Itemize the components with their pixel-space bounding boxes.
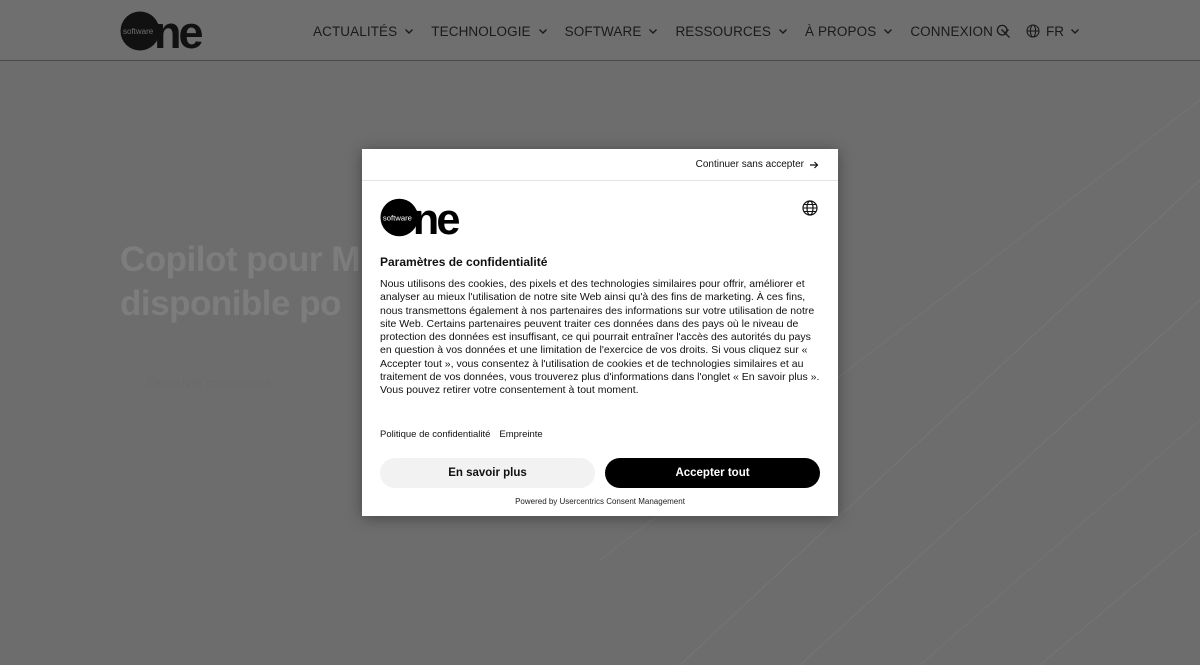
hero-title: Copilot pour M disponible po bbox=[120, 238, 400, 326]
chevron-down-icon bbox=[649, 29, 658, 34]
globe-icon[interactable] bbox=[802, 200, 818, 216]
language-selector[interactable]: FR bbox=[1026, 24, 1080, 39]
chevron-down-icon bbox=[884, 29, 893, 34]
nav-label: CONNEXION bbox=[910, 23, 993, 39]
logo-small-text: software bbox=[123, 27, 154, 36]
logo-small-text: software bbox=[383, 213, 412, 222]
continue-label: Continuer sans accepter bbox=[695, 159, 804, 170]
header-tools: FR bbox=[994, 20, 1080, 42]
chevron-down-icon bbox=[1071, 29, 1079, 34]
site-header: software ne ACTUALITÉS TECHNOLOGIE SOFTW… bbox=[0, 0, 1200, 61]
main-nav: ACTUALITÉS TECHNOLOGIE SOFTWARE RESSOURC… bbox=[313, 20, 1027, 42]
continue-without-accepting-link[interactable]: Continuer sans accepter bbox=[696, 159, 819, 170]
dialog-links: Politique de confidentialité Empreinte bbox=[380, 429, 552, 440]
nav-label: RESSOURCES bbox=[675, 23, 771, 39]
nav-software[interactable]: SOFTWARE bbox=[565, 24, 659, 39]
powered-by-text: Powered by Usercentrics Consent Manageme… bbox=[515, 497, 685, 506]
consent-dialog: Continuer sans accepter software ne Para… bbox=[362, 149, 838, 516]
nav-label: À PROPOS bbox=[804, 23, 877, 39]
privacy-policy-link[interactable]: Politique de confidentialité bbox=[380, 429, 490, 440]
dialog-topbar: Continuer sans accepter bbox=[362, 149, 838, 181]
dialog-body-text: Nous utilisons des cookies, des pixels e… bbox=[380, 278, 820, 397]
accept-all-button[interactable]: Accepter tout bbox=[605, 458, 820, 488]
softwareone-logo[interactable]: software ne bbox=[120, 11, 230, 51]
logo-big-text: ne bbox=[413, 198, 460, 237]
chevron-down-icon bbox=[538, 29, 547, 34]
arrow-right-icon bbox=[810, 161, 819, 168]
hero-link[interactable]: Découvrir maintenant bbox=[147, 375, 347, 390]
imprint-link[interactable]: Empreinte bbox=[499, 429, 542, 440]
hero-title-line: Copilot pour M bbox=[120, 240, 360, 279]
globe-icon bbox=[1026, 24, 1040, 38]
chevron-down-icon bbox=[778, 29, 787, 34]
hero-title-line: disponible po bbox=[120, 284, 341, 323]
nav-label: SOFTWARE bbox=[564, 23, 642, 39]
logo-big-text: ne bbox=[154, 11, 202, 51]
softwareone-logo: software ne bbox=[380, 198, 462, 237]
chevron-down-icon bbox=[405, 29, 414, 34]
nav-a-propos[interactable]: À PROPOS bbox=[805, 24, 893, 39]
nav-technologie[interactable]: TECHNOLOGIE bbox=[431, 24, 547, 39]
language-code: FR bbox=[1046, 23, 1064, 39]
nav-ressources[interactable]: RESSOURCES bbox=[675, 24, 788, 39]
nav-actualites[interactable]: ACTUALITÉS bbox=[313, 24, 414, 39]
dialog-title: Paramètres de confidentialité bbox=[380, 255, 548, 269]
learn-more-button[interactable]: En savoir plus bbox=[380, 458, 595, 488]
nav-label: ACTUALITÉS bbox=[313, 23, 398, 39]
search-icon[interactable] bbox=[994, 22, 1012, 40]
nav-label: TECHNOLOGIE bbox=[431, 23, 531, 39]
